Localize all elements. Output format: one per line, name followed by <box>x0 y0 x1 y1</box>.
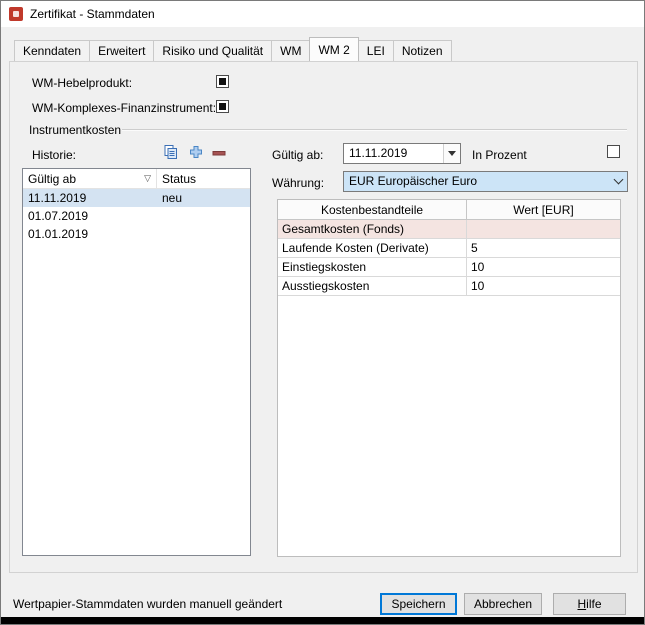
tab-strip: Kenndaten Erweitert Risiko und Qualität … <box>14 40 451 61</box>
copy-icon <box>163 144 179 160</box>
window-title: Zertifikat - Stammdaten <box>30 7 155 21</box>
chevron-down-icon[interactable] <box>610 172 627 191</box>
tab-erweitert[interactable]: Erweitert <box>89 40 154 61</box>
table-row[interactable]: Ausstiegskosten 10 <box>278 277 620 296</box>
historie-label: Historie: <box>32 148 76 162</box>
kosten-name-cell: Einstiegskosten <box>278 258 467 276</box>
waehrung-combobox[interactable]: EUR Europäischer Euro <box>343 171 628 192</box>
kosten-wert-cell[interactable]: 10 <box>467 258 620 276</box>
kosten-wert-cell[interactable] <box>467 220 620 238</box>
kosten-name-cell: Ausstiegskosten <box>278 277 467 295</box>
list-item[interactable]: 01.01.2019 <box>23 225 250 243</box>
gueltig-ab-label: Gültig ab: <box>272 148 323 162</box>
wm-komplexes-checkbox[interactable] <box>216 100 229 113</box>
list-item[interactable]: 11.11.2019 neu <box>23 189 250 207</box>
in-prozent-checkbox[interactable] <box>607 145 620 158</box>
column-header-wert: Wert [EUR] <box>467 200 620 219</box>
bottom-edge <box>1 617 644 624</box>
app-icon <box>9 7 23 21</box>
remove-button[interactable] <box>210 144 228 162</box>
kosten-name-cell: Laufende Kosten (Derivate) <box>278 239 467 257</box>
tab-kenndaten[interactable]: Kenndaten <box>14 40 90 61</box>
in-prozent-label: In Prozent <box>472 148 527 162</box>
table-row[interactable]: Einstiegskosten 10 <box>278 258 620 277</box>
historie-list: Gültig ab ▽ Status 11.11.2019 neu 01.07.… <box>22 168 251 556</box>
column-header-status[interactable]: Status <box>157 169 250 188</box>
dropdown-arrow-icon[interactable] <box>443 144 460 163</box>
save-button[interactable]: Speichern <box>380 593 457 615</box>
kosten-wert-cell[interactable]: 10 <box>467 277 620 295</box>
table-row[interactable]: Laufende Kosten (Derivate) 5 <box>278 239 620 258</box>
help-button[interactable]: Hilfe <box>553 593 626 615</box>
plus-icon <box>188 144 204 160</box>
titlebar: Zertifikat - Stammdaten <box>1 1 644 27</box>
column-header-kostenbestandteile: Kostenbestandteile <box>278 200 467 219</box>
tab-lei[interactable]: LEI <box>358 40 394 61</box>
column-header-gueltig-ab[interactable]: Gültig ab ▽ <box>23 169 157 188</box>
wm-hebelprodukt-checkbox[interactable] <box>216 75 229 88</box>
list-item[interactable]: 01.07.2019 <box>23 207 250 225</box>
copy-button[interactable] <box>162 143 180 161</box>
waehrung-value: EUR Europäischer Euro <box>344 172 610 191</box>
kosten-table: Kostenbestandteile Wert [EUR] Gesamtkost… <box>277 199 621 557</box>
table-row[interactable]: Gesamtkosten (Fonds) <box>278 220 620 239</box>
waehrung-label: Währung: <box>272 176 324 190</box>
wm-komplexes-label: WM-Komplexes-Finanzinstrument: <box>32 101 216 115</box>
gueltig-ab-combobox[interactable]: 11.11.2019 <box>343 143 461 164</box>
tab-wm[interactable]: WM <box>271 40 310 61</box>
minus-icon <box>211 145 227 161</box>
kosten-name-cell: Gesamtkosten (Fonds) <box>278 220 467 238</box>
cancel-button[interactable]: Abbrechen <box>464 593 542 615</box>
gueltig-ab-value: 11.11.2019 <box>344 144 443 163</box>
tab-wm-2[interactable]: WM 2 <box>309 37 358 61</box>
group-divider <box>122 129 627 130</box>
tab-notizen[interactable]: Notizen <box>393 40 452 61</box>
add-button[interactable] <box>187 143 205 161</box>
statusbar-text: Wertpapier-Stammdaten wurden manuell geä… <box>13 597 282 611</box>
kosten-table-header: Kostenbestandteile Wert [EUR] <box>278 200 620 220</box>
tab-risiko-und-qualitaet[interactable]: Risiko und Qualität <box>153 40 272 61</box>
wm-hebelprodukt-label: WM-Hebelprodukt: <box>32 76 132 90</box>
sort-filter-icon[interactable]: ▽ <box>144 173 151 184</box>
kosten-wert-cell[interactable]: 5 <box>467 239 620 257</box>
tab-page-wm2: WM-Hebelprodukt: WM-Komplexes-Finanzinst… <box>9 61 638 573</box>
dialog-window: Zertifikat - Stammdaten Kenndaten Erweit… <box>0 0 645 625</box>
historie-list-header: Gültig ab ▽ Status <box>23 169 250 189</box>
instrumentkosten-group-label: Instrumentkosten <box>29 123 121 137</box>
